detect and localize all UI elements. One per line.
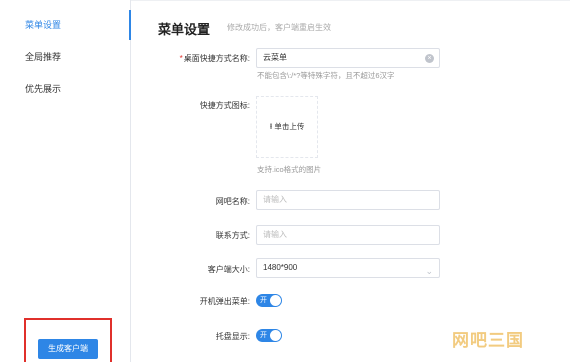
toggle-state: 开 [260,297,267,304]
toggle-state: 开 [260,332,267,339]
tray-display-label: 托盘显示: [215,332,250,341]
sidebar: 菜单设置 全局推荐 优先展示 生成客户端 [0,0,131,362]
generate-client-button[interactable]: 生成客户端 [38,339,98,359]
sidebar-item-priority-display[interactable]: 优先展示 [0,74,130,104]
sidebar-item-label: 菜单设置 [25,20,62,30]
shortcut-name-input[interactable]: 云菜单 × [256,48,440,68]
tray-display-toggle[interactable]: 开 [256,329,282,342]
client-size-select[interactable]: 1480*900 ⌄ [256,258,440,278]
toggle-knob [270,330,281,341]
shortcut-icon-label: 快捷方式图标: [199,101,250,110]
shortcut-icon-hint: 支持.ico格式的图片 [257,165,322,174]
shortcut-name-hint: 不能包含\:/*?等特殊字符，且不超过6汉字 [257,71,395,80]
popup-on-boot-label: 开机弹出菜单: [199,297,250,306]
sidebar-item-global-recommend[interactable]: 全局推荐 [0,42,130,72]
chevron-down-icon: ⌄ [425,266,433,276]
client-size-label: 客户端大小: [207,265,250,274]
upload-label: 单击上传 [274,122,305,131]
sidebar-item-label: 全局推荐 [25,52,62,62]
generate-button-highlight: 生成客户端 [24,318,112,362]
toggle-knob [270,295,281,306]
netbar-name-input[interactable]: 请输入 [256,190,440,210]
watermark-logo: 网吧三国 [452,331,524,350]
contact-input[interactable]: 请输入 [256,225,440,245]
popup-on-boot-toggle[interactable]: 开 [256,294,282,307]
required-mark: * [179,54,183,63]
netbar-name-label: 网吧名称: [215,197,250,206]
sidebar-item-menu-settings[interactable]: 菜单设置 [0,10,131,40]
page-subtitle: 修改成功后，客户端重启生效 [227,23,331,32]
shortcut-name-label: *桌面快捷方式名称: [179,54,250,63]
upload-icon: ⭱ [269,122,273,131]
contact-label: 联系方式: [215,231,250,240]
header-divider [131,0,570,1]
sidebar-item-label: 优先展示 [25,84,62,94]
clear-icon[interactable]: × [425,54,434,63]
icon-upload-area[interactable]: ⭱ 单击上传 [256,96,318,158]
page-title: 菜单设置 [158,22,211,37]
